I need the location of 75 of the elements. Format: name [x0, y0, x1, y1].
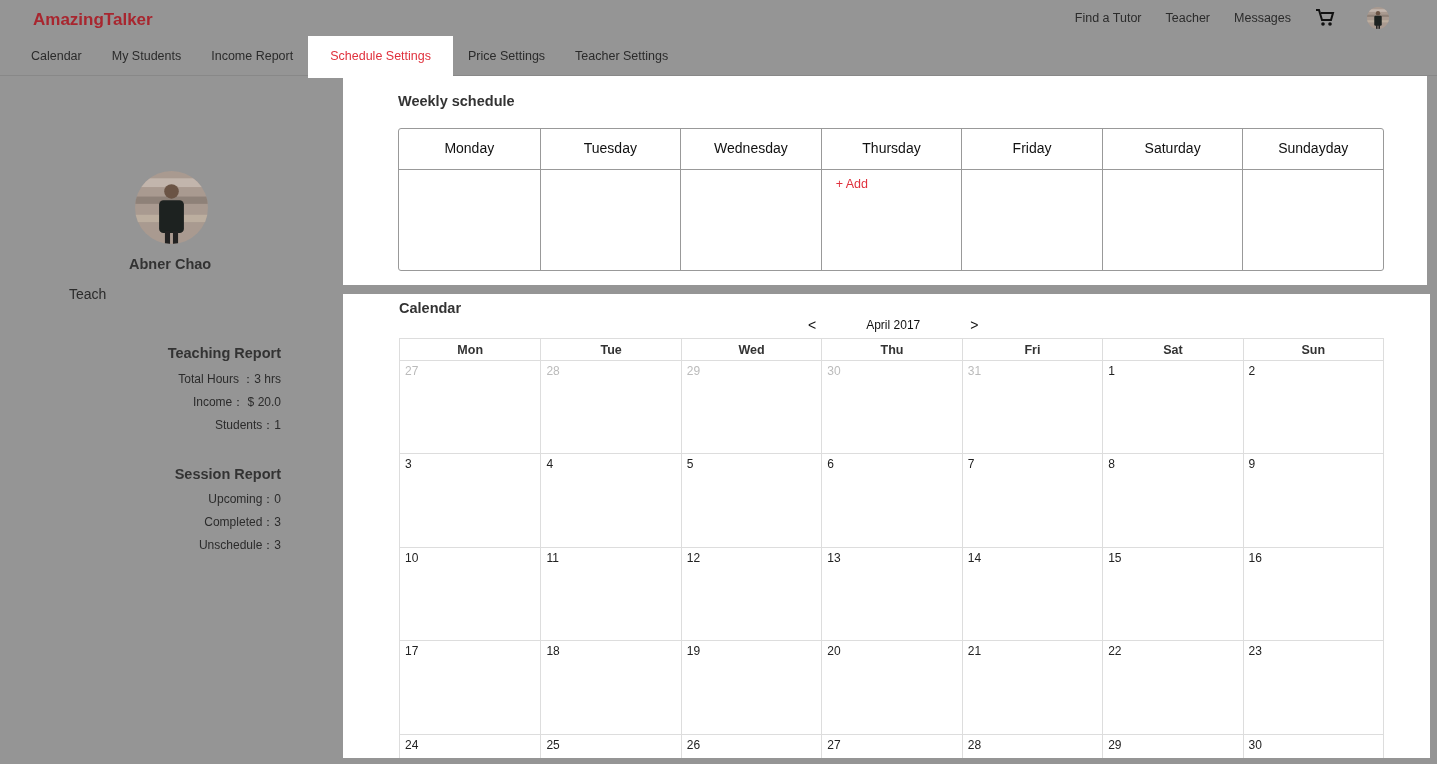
day-number: 4: [546, 457, 554, 472]
column-header: Mon: [400, 338, 541, 361]
day-number: 26: [686, 737, 701, 752]
day-number: 11: [546, 550, 559, 565]
nav-tab[interactable]: My Students: [96, 35, 197, 78]
month-label: April 2017: [866, 316, 921, 333]
nav-tab[interactable]: Income Report: [196, 35, 309, 78]
day-number: 27: [827, 737, 841, 752]
day-header: Wednesday: [680, 128, 821, 170]
nav-tab[interactable]: Schedule Settings: [308, 35, 453, 78]
day-number: 27: [405, 363, 419, 378]
cart-icon[interactable]: [1315, 9, 1335, 28]
report-stat: Income： $ 20.0: [191, 393, 281, 411]
day-number: 21: [967, 644, 982, 659]
day-number: 13: [827, 550, 841, 565]
section-title: Weekly schedule: [397, 92, 516, 111]
add-link[interactable]: + Add: [835, 176, 869, 191]
day-number: 5: [686, 457, 694, 472]
nav-tab[interactable]: Price Settings: [452, 35, 561, 78]
day-number: 28: [546, 363, 560, 378]
nav-tab[interactable]: Teacher Settings: [560, 35, 684, 78]
day-number: 24: [405, 737, 419, 752]
day-number: 7: [967, 457, 975, 472]
day-number: 6: [827, 457, 834, 472]
section-title: Calendar: [398, 298, 463, 317]
day-number: 12: [686, 550, 701, 565]
column-header: Wed: [680, 338, 822, 361]
day-number: 19: [686, 644, 701, 659]
day-number: 8: [1108, 457, 1115, 472]
report-title: Session Report: [173, 464, 281, 484]
prev-button[interactable]: <: [808, 316, 817, 333]
day-number: 25: [546, 737, 560, 752]
report-title: Teaching Report: [166, 343, 281, 363]
day-header: Friday: [961, 128, 1102, 170]
day-number: 30: [827, 363, 841, 378]
report-stat: Completed：3: [203, 514, 281, 532]
day-number: 22: [1108, 644, 1122, 659]
column-header: Fri: [961, 338, 1103, 361]
day-number: 17: [405, 644, 419, 659]
day-number: 1: [1108, 363, 1115, 378]
column-header: Tue: [540, 338, 681, 361]
day-header: Thursday: [820, 128, 962, 170]
column-header: Sat: [1102, 338, 1243, 361]
day-number: 28: [967, 737, 982, 752]
nav-link[interactable]: Messages: [1234, 8, 1291, 28]
day-number: 3: [405, 457, 412, 472]
day-number: 16: [1248, 550, 1262, 565]
day-header: Tuesday: [539, 128, 681, 170]
day-number: 9: [1248, 457, 1256, 472]
nav-link[interactable]: Teacher: [1165, 8, 1210, 28]
day-number: 10: [405, 550, 419, 565]
profile-role: Teach: [69, 284, 108, 304]
day-number: 31: [967, 363, 982, 378]
report-stat: Upcoming：0: [207, 491, 281, 509]
day-number: 15: [1108, 550, 1122, 565]
day-number: 23: [1248, 644, 1262, 659]
nav-tab[interactable]: Calendar: [16, 35, 97, 78]
day-header: Saturday: [1101, 128, 1243, 170]
day-number: 30: [1248, 737, 1262, 752]
day-number: 2: [1248, 363, 1256, 378]
report-stat: Unschedule：3: [197, 537, 281, 555]
day-number: 20: [827, 644, 841, 659]
profile-name: Abner Chao: [129, 255, 213, 274]
next-button[interactable]: >: [970, 316, 979, 333]
day-header: Monday: [399, 128, 540, 170]
nav-link[interactable]: Find a Tutor: [1074, 8, 1142, 28]
day-number: 29: [686, 363, 701, 378]
column-header: Thu: [821, 338, 962, 361]
day-number: 29: [1108, 737, 1122, 752]
day-number: 18: [546, 644, 560, 659]
column-header: Sun: [1242, 338, 1383, 361]
report-stat: Students：1: [213, 416, 281, 434]
day-header: Sundayday: [1242, 128, 1383, 170]
day-number: 14: [967, 550, 982, 565]
report-stat: Total Hours ：3 hrs: [177, 370, 281, 388]
